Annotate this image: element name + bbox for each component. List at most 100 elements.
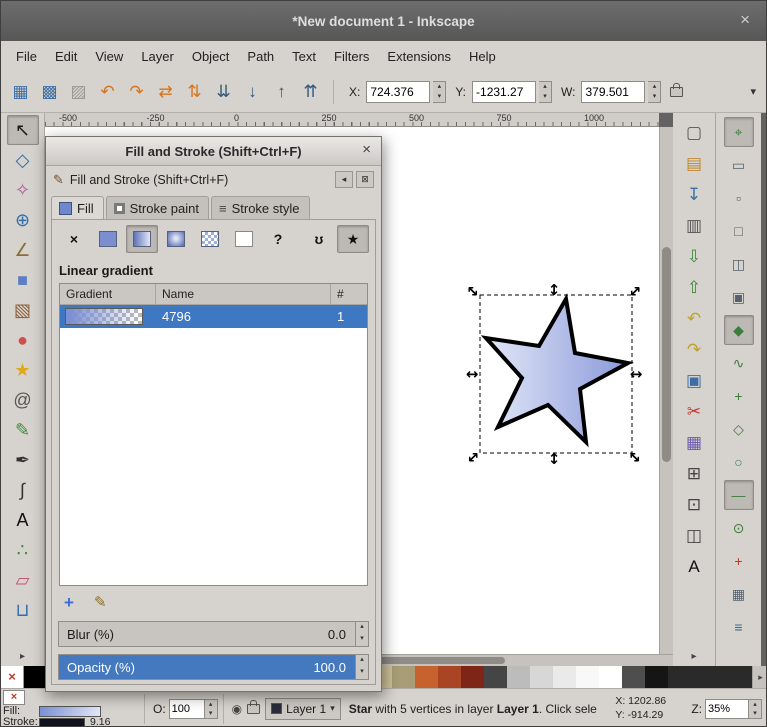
spin-up-icon[interactable]: ▴ (356, 655, 368, 667)
rectangle-tool[interactable]: ■ (7, 265, 39, 295)
new-document-cmd[interactable]: ▢ (679, 117, 709, 148)
zoom-tool[interactable]: ⊕ (7, 205, 39, 235)
save-document-cmd[interactable]: ↧ (679, 179, 709, 210)
paint-radial-gradient-button[interactable] (160, 225, 192, 253)
paste-cmd[interactable]: ▦ (679, 427, 709, 458)
palette-swatch[interactable] (438, 666, 461, 688)
column-count[interactable]: # (331, 284, 367, 304)
open-document-cmd[interactable]: ▤ (679, 148, 709, 179)
spin-up-icon[interactable]: ▴ (205, 700, 217, 709)
tab-fill[interactable]: Fill (51, 196, 104, 220)
object-opacity-spinner[interactable]: ▴▾ (205, 699, 218, 719)
scale-handle-left[interactable]: ↔ (463, 365, 481, 383)
menu-item[interactable]: Text (283, 44, 325, 69)
paint-none-button[interactable]: × (58, 225, 90, 253)
palette-swatch[interactable] (507, 666, 530, 688)
opacity-slider[interactable]: Opacity (%) 100.0 (58, 654, 356, 680)
snap-bbox-edge-toggle[interactable]: ▫ (724, 183, 754, 213)
raise-to-top-button[interactable]: ⇈ (297, 78, 324, 105)
text-and-font-cmd[interactable]: A (679, 551, 709, 582)
snap-grid-toggle[interactable]: ▦ (724, 579, 754, 609)
w-input[interactable] (581, 81, 645, 103)
spin-down-icon[interactable]: ▾ (433, 92, 445, 102)
dimensions-lock-icon[interactable] (670, 87, 683, 97)
snap-bbox-midpoint-toggle[interactable]: ◫ (724, 249, 754, 279)
copy-cmd[interactable]: ▣ (679, 365, 709, 396)
undo-cmd[interactable]: ↶ (679, 303, 709, 334)
paint-flat-color-button[interactable] (92, 225, 124, 253)
lower-to-bottom-button[interactable]: ⇊ (210, 78, 237, 105)
selector-tool[interactable]: ↖ (7, 115, 39, 145)
snap-smooth-node-toggle[interactable]: ○ (724, 447, 754, 477)
snap-intersection-toggle[interactable]: + (724, 381, 754, 411)
redo-cmd[interactable]: ↷ (679, 334, 709, 365)
palette-swatch[interactable] (530, 666, 553, 688)
window-close-icon[interactable]: × (740, 10, 750, 30)
node-tool[interactable]: ◇ (7, 145, 39, 175)
rotate-90-cw-button[interactable]: ↷ (123, 78, 150, 105)
zoom-input[interactable] (705, 699, 749, 719)
menu-item[interactable]: Edit (46, 44, 86, 69)
snap-path-toggle[interactable]: ∿ (724, 348, 754, 378)
rotate-90-ccw-button[interactable]: ↶ (94, 78, 121, 105)
snap-object-center-toggle[interactable]: ⊙ (724, 513, 754, 543)
toolbox-expand-button[interactable]: ▸ (20, 651, 25, 662)
palette-swatch[interactable] (668, 666, 691, 688)
edit-gradient-button[interactable]: ✎ (94, 595, 107, 610)
tab-stroke-paint[interactable]: Stroke paint (106, 196, 209, 220)
blur-spinner[interactable]: ▴▾ (356, 621, 369, 647)
snap-rotation-center-toggle[interactable]: + (724, 546, 754, 576)
spin-up-icon[interactable]: ▴ (356, 622, 368, 634)
menu-item[interactable]: File (7, 44, 46, 69)
layer-select[interactable]: Layer 1 ▾ (265, 698, 341, 720)
menu-item[interactable]: Layer (132, 44, 183, 69)
menu-item[interactable]: Path (238, 44, 283, 69)
spin-up-icon[interactable]: ▴ (433, 82, 445, 92)
paint-linear-gradient-button[interactable] (126, 225, 158, 253)
snap-bbox-corner-toggle[interactable]: □ (724, 216, 754, 246)
zoom-selection-cmd[interactable]: ⊞ (679, 458, 709, 489)
dock-collapse-button[interactable]: ◂ (335, 171, 353, 188)
print-document-cmd[interactable]: ▥ (679, 210, 709, 241)
palette-none-swatch[interactable]: × (1, 666, 24, 688)
measure-tool[interactable]: ∠ (7, 235, 39, 265)
palette-swatch[interactable] (24, 666, 47, 688)
opacity-spinner[interactable]: ▴▾ (356, 654, 369, 680)
blur-slider[interactable]: Blur (%) 0.0 (58, 621, 356, 647)
layer-lock-icon[interactable] (247, 704, 260, 714)
spin-up-icon[interactable]: ▴ (539, 82, 551, 92)
paint-unknown-button[interactable]: ? (262, 225, 294, 253)
star-object[interactable] (486, 299, 628, 442)
paint-swatch-button[interactable] (228, 225, 260, 253)
fill-rule-nonzero-button[interactable]: ★ (337, 225, 369, 253)
duplicate-cmd[interactable]: ◫ (679, 520, 709, 551)
palette-swatch[interactable] (461, 666, 484, 688)
box3d-tool[interactable]: ▧ (7, 295, 39, 325)
snap-midpoint-toggle[interactable]: — (724, 480, 754, 510)
calligraphy-tool[interactable]: ∫ (7, 475, 39, 505)
spin-up-icon[interactable]: ▴ (749, 700, 761, 709)
snap-guide-toggle[interactable]: ≡ (724, 612, 754, 642)
palette-swatch[interactable] (415, 666, 438, 688)
w-spinner[interactable]: ▴▾ (648, 81, 661, 103)
palette-swatch[interactable] (576, 666, 599, 688)
palette-swatch[interactable] (553, 666, 576, 688)
tab-stroke-style[interactable]: ≡ Stroke style (211, 196, 310, 220)
star-tool[interactable]: ★ (7, 355, 39, 385)
flip-vertical-button[interactable]: ⇅ (181, 78, 208, 105)
export-cmd[interactable]: ⇧ (679, 272, 709, 303)
pencil-tool[interactable]: ✎ (7, 415, 39, 445)
tweak-tool[interactable]: ✧ (7, 175, 39, 205)
scale-handle-bottom[interactable]: ↕ (545, 450, 563, 468)
eraser-tool[interactable]: ▱ (7, 565, 39, 595)
palette-swatch[interactable] (484, 666, 507, 688)
dialog-titlebar[interactable]: Fill and Stroke (Shift+Ctrl+F) × (46, 137, 381, 166)
menu-item[interactable]: View (86, 44, 132, 69)
spin-down-icon[interactable]: ▾ (205, 709, 217, 718)
palette-swatch[interactable] (599, 666, 622, 688)
spin-up-icon[interactable]: ▴ (648, 82, 660, 92)
y-spinner[interactable]: ▴▾ (539, 81, 552, 103)
zoom-spinner[interactable]: ▴▾ (749, 699, 762, 719)
palette-swatch[interactable] (622, 666, 645, 688)
menu-item[interactable]: Filters (325, 44, 378, 69)
